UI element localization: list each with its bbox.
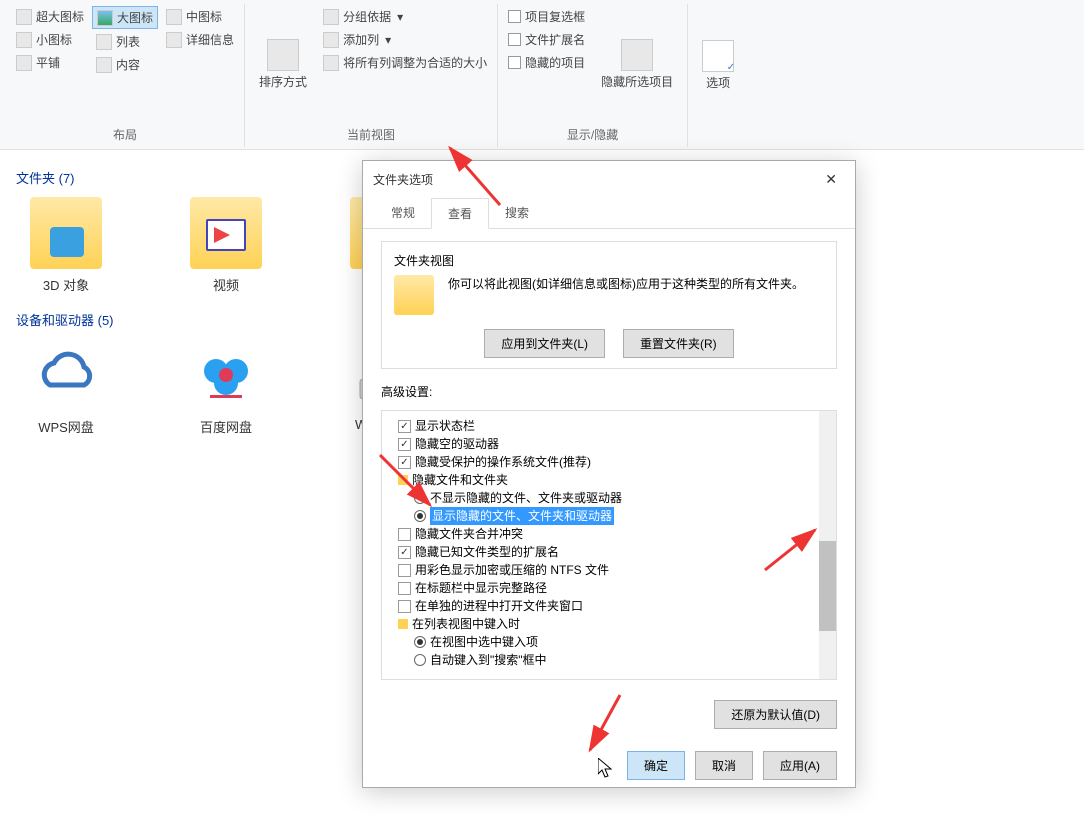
add-col-icon — [323, 32, 339, 48]
cursor-icon — [598, 758, 616, 780]
toggle-file-ext[interactable]: 文件扩展名 — [504, 29, 589, 50]
large-icons-icon — [97, 10, 113, 26]
restore-defaults-button[interactable]: 还原为默认值(D) — [714, 700, 837, 729]
hide-selected-icon — [621, 39, 653, 71]
folder-icon — [394, 275, 434, 315]
details-icon — [166, 32, 182, 48]
setting-hidden-files-group: 隐藏文件和文件夹 — [398, 471, 830, 489]
folder-view-group: 文件夹视图 你可以将此视图(如详细信息或图标)应用于这种类型的所有文件夹。 应用… — [381, 241, 837, 369]
checkbox-icon — [508, 33, 521, 46]
cancel-button[interactable]: 取消 — [695, 751, 753, 780]
view-details[interactable]: 详细信息 — [162, 29, 238, 50]
toggle-hidden-items[interactable]: 隐藏的项目 — [504, 52, 589, 73]
advanced-settings-label: 高级设置: — [381, 383, 837, 400]
setting-show-status-bar[interactable]: 显示状态栏 — [398, 417, 830, 435]
fit-columns[interactable]: 将所有列调整为合适的大小 — [319, 52, 491, 73]
radio-icon — [414, 654, 426, 666]
group-label-layout: 布局 — [12, 122, 238, 145]
medium-icons-icon — [166, 9, 182, 25]
setting-show-hidden[interactable]: 显示隐藏的文件、文件夹和驱动器 — [414, 507, 830, 525]
sort-icon — [267, 39, 299, 71]
setting-select-typed-item[interactable]: 在视图中选中键入项 — [414, 633, 830, 651]
folder-videos[interactable]: 视频 — [176, 197, 276, 294]
setting-dont-show-hidden[interactable]: 不显示隐藏的文件、文件夹或驱动器 — [414, 489, 830, 507]
content-icon — [96, 57, 112, 73]
checkbox-icon — [398, 600, 411, 613]
xlarge-icons-icon — [16, 9, 32, 25]
baidu-netdisk-icon — [190, 339, 262, 411]
folder-icon — [190, 197, 262, 269]
checkbox-icon — [398, 564, 411, 577]
options-button[interactable]: ✓ 选项 — [694, 6, 742, 125]
checkbox-icon — [398, 438, 411, 451]
setting-separate-process[interactable]: 在单独的进程中打开文件夹窗口 — [398, 597, 830, 615]
checkbox-icon — [398, 420, 411, 433]
group-label-show-hide: 显示/隐藏 — [504, 122, 681, 145]
setting-list-typing-group: 在列表视图中键入时 — [398, 615, 830, 633]
folder-icon — [30, 197, 102, 269]
checkbox-icon — [398, 546, 411, 559]
checkbox-icon — [398, 582, 411, 595]
annotation-arrow — [760, 525, 830, 585]
apply-to-folders-button[interactable]: 应用到文件夹(L) — [484, 329, 605, 358]
toggle-item-checkboxes[interactable]: 项目复选框 — [504, 6, 589, 27]
radio-icon — [414, 636, 426, 648]
drive-wps[interactable]: WPS网盘 — [16, 339, 116, 436]
apply-button[interactable]: 应用(A) — [763, 751, 837, 780]
view-small[interactable]: 小图标 — [12, 29, 88, 50]
folder-view-heading: 文件夹视图 — [394, 252, 824, 269]
checkbox-icon — [508, 10, 521, 23]
view-medium[interactable]: 中图标 — [162, 6, 238, 27]
folder-3d-objects[interactable]: 3D 对象 — [16, 197, 116, 294]
sort-by[interactable]: 排序方式 — [251, 6, 315, 122]
folder-icon — [398, 619, 408, 629]
view-list[interactable]: 列表 — [92, 31, 158, 52]
drive-baidu[interactable]: 百度网盘 — [176, 339, 276, 436]
close-button[interactable]: ✕ — [817, 167, 845, 192]
tile-icon — [16, 55, 32, 71]
annotation-arrow — [585, 690, 635, 760]
view-content[interactable]: 内容 — [92, 54, 158, 75]
annotation-arrow — [445, 140, 515, 220]
setting-hide-empty-drives[interactable]: 隐藏空的驱动器 — [398, 435, 830, 453]
view-tile[interactable]: 平铺 — [12, 52, 88, 73]
ribbon: 超大图标 小图标 平铺 大图标 列表 内容 中图标 详细信息 布局 排序方式 — [0, 0, 1084, 150]
folder-view-description: 你可以将此视图(如详细信息或图标)应用于这种类型的所有文件夹。 — [448, 275, 824, 292]
add-columns[interactable]: 添加列▾ — [319, 29, 491, 50]
list-icon — [96, 34, 112, 50]
group-by-icon — [323, 9, 339, 25]
annotation-arrow — [375, 450, 445, 520]
hide-selected[interactable]: 隐藏所选项目 — [593, 6, 681, 122]
small-icons-icon — [16, 32, 32, 48]
dialog-title: 文件夹选项 — [373, 171, 433, 188]
dialog-tabs: 常规 查看 搜索 — [363, 198, 855, 229]
setting-auto-type-search[interactable]: 自动键入到"搜索"框中 — [414, 651, 830, 669]
reset-folders-button[interactable]: 重置文件夹(R) — [623, 329, 734, 358]
checkbox-icon — [508, 56, 521, 69]
group-by[interactable]: 分组依据▾ — [319, 6, 491, 27]
fit-cols-icon — [323, 55, 339, 71]
tab-general[interactable]: 常规 — [375, 198, 431, 228]
options-icon: ✓ — [702, 40, 734, 72]
view-xlarge[interactable]: 超大图标 — [12, 6, 88, 27]
ok-button[interactable]: 确定 — [627, 751, 685, 780]
checkbox-icon — [398, 528, 411, 541]
view-large[interactable]: 大图标 — [92, 6, 158, 29]
setting-hide-protected-os[interactable]: 隐藏受保护的操作系统文件(推荐) — [398, 453, 830, 471]
cloud-icon — [30, 339, 102, 411]
